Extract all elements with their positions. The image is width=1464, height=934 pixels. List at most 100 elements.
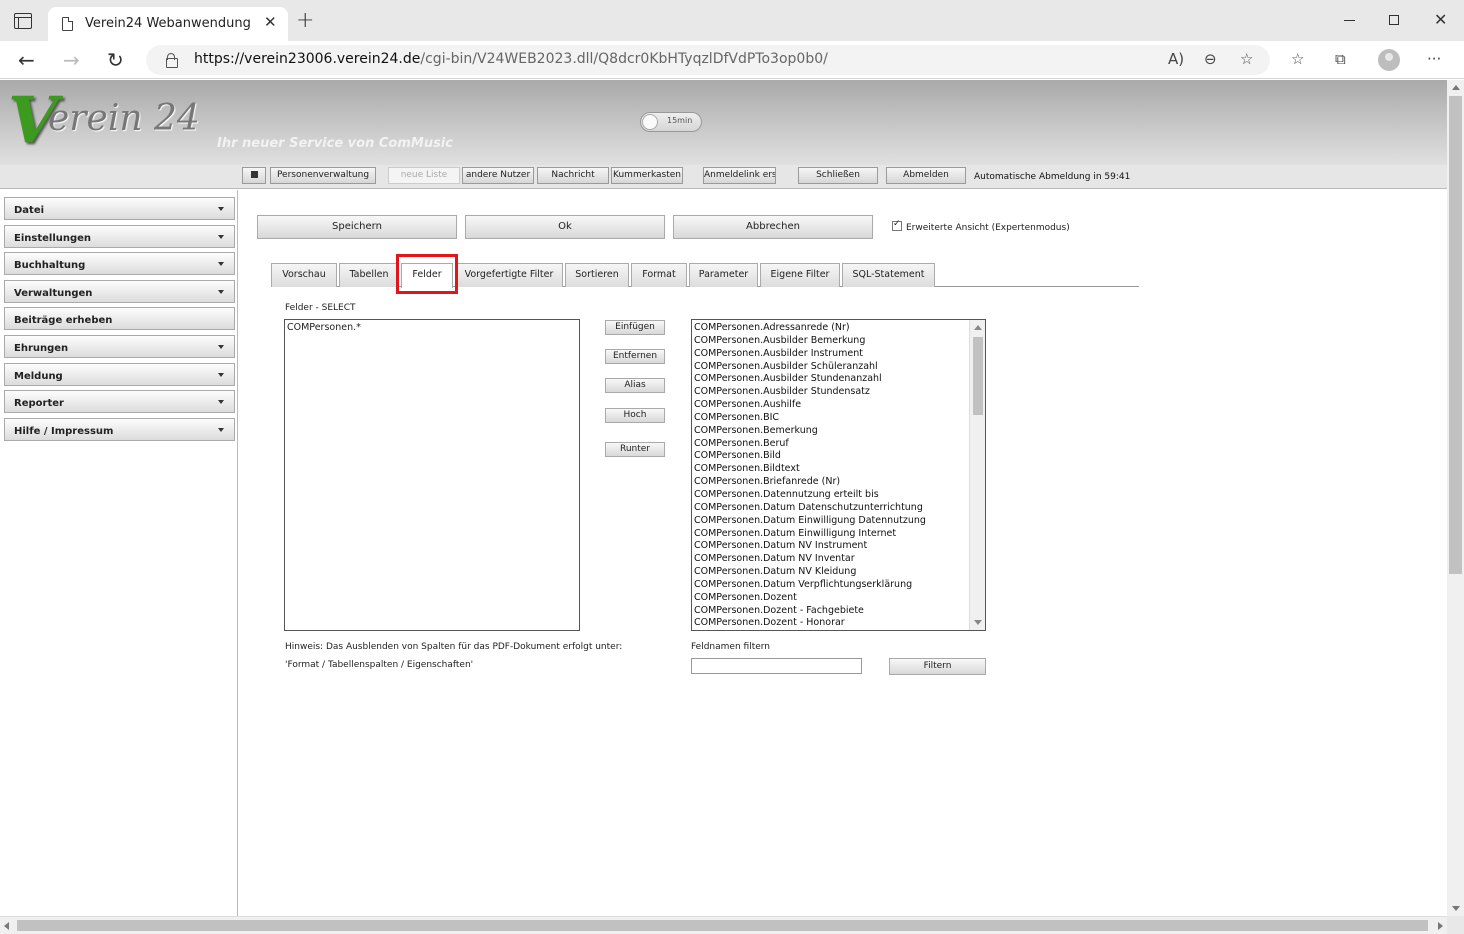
sidebar-item-reporter[interactable]: Reporter: [4, 390, 235, 413]
tab-eigene-filter[interactable]: Eigene Filter: [760, 263, 840, 287]
list-item[interactable]: COMPersonen.Bildtext: [694, 463, 966, 476]
session-timer-toggle[interactable]: 15min: [640, 112, 702, 132]
stop-icon-button[interactable]: [242, 167, 266, 184]
lock-icon[interactable]: [166, 53, 178, 68]
page-scroll-thumb[interactable]: [1449, 96, 1462, 574]
favorites-icon[interactable]: ☆: [1291, 50, 1304, 68]
scroll-down-icon[interactable]: [1452, 906, 1460, 911]
collections-icon[interactable]: ⧉: [1335, 50, 1346, 68]
checkbox-checked-icon[interactable]: [892, 219, 902, 231]
scroll-up-icon[interactable]: [1452, 85, 1460, 90]
list-item[interactable]: COMPersonen.Ausbilder Stundensatz: [694, 386, 966, 399]
reload-icon[interactable]: ↻: [107, 48, 124, 72]
list-item[interactable]: COMPersonen.Beruf: [694, 438, 966, 451]
page-horizontal-scrollbar[interactable]: [0, 916, 1447, 934]
sidebar-item-einstellungen[interactable]: Einstellungen: [4, 225, 235, 248]
anmeldelink-button[interactable]: Anmeldelink erst: [703, 167, 776, 184]
sidebar-item-verwaltungen[interactable]: Verwaltungen: [4, 280, 235, 303]
back-icon[interactable]: ←: [18, 48, 35, 72]
list-item[interactable]: COMPersonen.Dozent - Honorar: [694, 617, 966, 630]
page-hscroll-thumb[interactable]: [17, 920, 1428, 931]
field-list-items: COMPersonen.Adressanrede (Nr) COMPersonen…: [694, 322, 966, 630]
abbrechen-button[interactable]: Abbrechen: [673, 215, 873, 239]
scroll-down-icon[interactable]: [974, 620, 982, 625]
sidebar-item-hilfe[interactable]: Hilfe / Impressum: [4, 418, 235, 441]
filtern-button[interactable]: Filtern: [889, 658, 986, 675]
list-item[interactable]: COMPersonen.Datum Verpflichtungserklärun…: [694, 579, 966, 592]
list-item[interactable]: COMPersonen.Datum Einwilligung Datennutz…: [694, 515, 966, 528]
scroll-thumb[interactable]: [973, 337, 983, 415]
personenverwaltung-button[interactable]: Personenverwaltung: [270, 167, 376, 184]
list-item[interactable]: COMPersonen.Ausbilder Bemerkung: [694, 335, 966, 348]
list-item[interactable]: COMPersonen.Datum NV Kleidung: [694, 566, 966, 579]
add-favorite-icon[interactable]: ☆: [1240, 50, 1253, 68]
browser-toolbar: ← → ↻ https://verein23006.verein24.de/cg…: [0, 41, 1464, 79]
list-item[interactable]: COMPersonen.Adressanrede (Nr): [694, 322, 966, 335]
list-item[interactable]: COMPersonen.Dozent - Fachgebiete: [694, 605, 966, 618]
scroll-left-icon[interactable]: [4, 922, 9, 930]
neue-liste-button: neue Liste: [388, 167, 460, 184]
list-item[interactable]: COMPersonen.Datum NV Instrument: [694, 540, 966, 553]
list-item[interactable]: COMPersonen.Ausbilder Stundenanzahl: [694, 373, 966, 386]
available-fields-list[interactable]: COMPersonen.Adressanrede (Nr) COMPersonen…: [691, 319, 986, 631]
list-scrollbar[interactable]: [969, 320, 985, 630]
read-aloud-icon[interactable]: A): [1168, 50, 1184, 68]
sidebar-item-datei[interactable]: Datei: [4, 197, 235, 220]
window-menu-icon[interactable]: [14, 13, 32, 29]
close-tab-icon[interactable]: ✕: [264, 13, 277, 31]
nachricht-button[interactable]: Nachricht: [537, 167, 609, 184]
expert-mode-checkbox[interactable]: Erweiterte Ansicht (Expertenmodus): [892, 219, 1070, 233]
list-item[interactable]: COMPersonen.Ausbilder Schüleranzahl: [694, 361, 966, 374]
close-window-icon[interactable]: ✕: [1434, 10, 1447, 29]
list-item[interactable]: COMPersonen.BIC: [694, 412, 966, 425]
list-item[interactable]: COMPersonen.Bild: [694, 450, 966, 463]
schliessen-button[interactable]: Schließen: [798, 167, 878, 184]
sidebar-item-meldung[interactable]: Meldung: [4, 363, 235, 386]
abmelden-button[interactable]: Abmelden: [886, 167, 966, 184]
tab-vorschau[interactable]: Vorschau: [271, 263, 337, 287]
scrollbar-corner: [1447, 916, 1464, 934]
browser-tab[interactable]: Verein24 Webanwendung ✕: [48, 7, 288, 41]
list-item[interactable]: COMPersonen.Ausbilder Instrument: [694, 348, 966, 361]
selected-fields-textarea[interactable]: COMPersonen.*: [284, 319, 580, 631]
tab-format[interactable]: Format: [631, 263, 687, 287]
tab-tabellen[interactable]: Tabellen: [339, 263, 399, 287]
field-filter-input[interactable]: [691, 658, 862, 674]
ok-button[interactable]: Ok: [465, 215, 665, 239]
maximize-icon[interactable]: [1389, 15, 1399, 25]
selected-field-value: COMPersonen.*: [287, 322, 361, 333]
alias-button[interactable]: Alias: [605, 378, 665, 393]
new-tab-icon[interactable]: +: [296, 8, 314, 33]
scroll-up-icon[interactable]: [974, 325, 982, 330]
list-item[interactable]: COMPersonen.Aushilfe: [694, 399, 966, 412]
address-bar[interactable]: https://verein23006.verein24.de/cgi-bin/…: [146, 45, 1270, 75]
minimize-icon[interactable]: [1344, 20, 1355, 21]
tab-parameter[interactable]: Parameter: [689, 263, 758, 287]
speichern-button[interactable]: Speichern: [257, 215, 457, 239]
tab-vorgefertigte-filter[interactable]: Vorgefertigte Filter: [455, 263, 563, 287]
sidebar-item-ehrungen[interactable]: Ehrungen: [4, 335, 235, 358]
list-item[interactable]: COMPersonen.Datum Datenschutzunterrichtu…: [694, 502, 966, 515]
andere-nutzer-button[interactable]: andere Nutzer: [462, 167, 534, 184]
list-item[interactable]: COMPersonen.Datennutzung erteilt bis: [694, 489, 966, 502]
sidebar-item-buchhaltung[interactable]: Buchhaltung: [4, 252, 235, 275]
zoom-out-icon[interactable]: ⊖: [1204, 50, 1217, 68]
list-item[interactable]: COMPersonen.Briefanrede (Nr): [694, 476, 966, 489]
einfuegen-button[interactable]: Einfügen: [605, 320, 665, 335]
kummerkasten-button[interactable]: Kummerkasten: [611, 167, 683, 184]
scroll-right-icon[interactable]: [1438, 922, 1443, 930]
list-item[interactable]: COMPersonen.Datum Einwilligung Internet: [694, 528, 966, 541]
runter-button[interactable]: Runter: [605, 442, 665, 457]
tab-sortieren[interactable]: Sortieren: [565, 263, 629, 287]
list-item[interactable]: COMPersonen.Dozent: [694, 592, 966, 605]
list-item[interactable]: COMPersonen.Datum NV Inventar: [694, 553, 966, 566]
entfernen-button[interactable]: Entfernen: [605, 349, 665, 364]
sidebar-item-beitraege[interactable]: Beiträge erheben: [4, 307, 235, 330]
tab-sql-statement[interactable]: SQL-Statement: [842, 263, 935, 287]
hoch-button[interactable]: Hoch: [605, 408, 665, 423]
profile-avatar[interactable]: [1378, 49, 1400, 71]
more-menu-icon[interactable]: ···: [1427, 50, 1441, 68]
web-page: V erein 24 Ihr neuer Service von ComMusi…: [0, 80, 1447, 916]
list-item[interactable]: COMPersonen.Bemerkung: [694, 425, 966, 438]
page-vertical-scrollbar[interactable]: [1447, 80, 1464, 916]
